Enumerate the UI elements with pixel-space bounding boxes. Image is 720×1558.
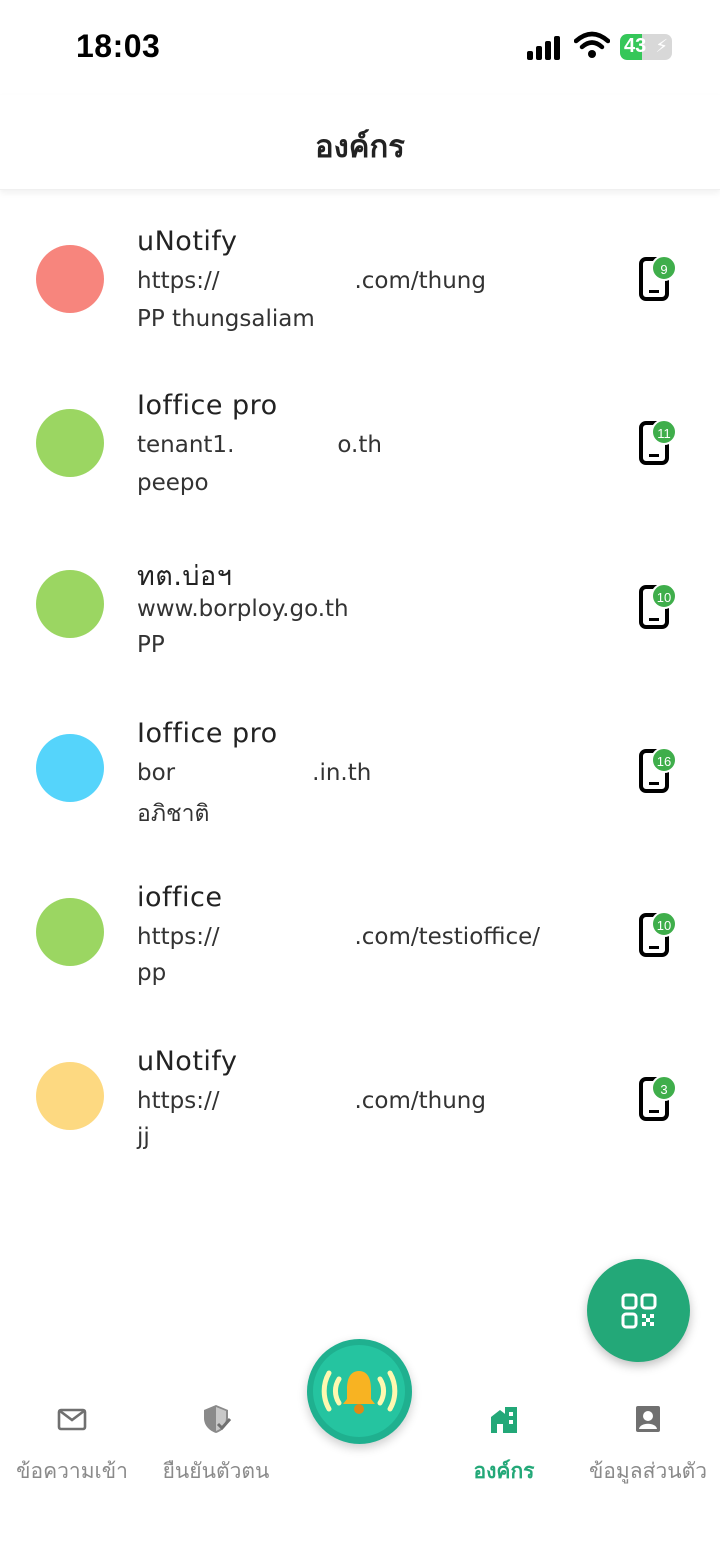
organization-item[interactable]: Ioffice pro bor .in.th อภิชาติ 16 (0, 692, 720, 852)
org-user: PP thungsaliam (137, 306, 315, 332)
org-url-end: .in.th (312, 760, 372, 786)
organization-item[interactable]: uNotify https:// .com/thung jj 3 (0, 1020, 720, 1180)
qr-code-icon (621, 1293, 657, 1329)
org-name: ioffice (137, 882, 223, 913)
org-user: jj (137, 1124, 150, 1150)
org-avatar (36, 898, 104, 966)
nav-label: ข้อมูลส่วนตัว (588, 1459, 708, 1483)
org-url-end: .com/testioffice/ (354, 924, 541, 950)
nav-item-verify[interactable]: ยืนยันตัวตน (144, 1385, 288, 1505)
org-name: uNotify (137, 1046, 238, 1077)
org-avatar (36, 245, 104, 313)
org-user: อภิชาติ (137, 801, 210, 827)
org-name: ทต.บ่อฯ (137, 561, 233, 592)
org-avatar (36, 1062, 104, 1130)
org-url: bor .in.th (137, 760, 371, 786)
organization-item[interactable]: ทต.บ่อฯ www.borploy.go.th PP 10 (0, 528, 720, 688)
org-url-end: o.th (337, 432, 382, 458)
bolt-icon: ⚡ (655, 36, 668, 57)
shield-check-icon (204, 1405, 232, 1433)
nav-label: ยืนยันตัวตน (162, 1459, 270, 1483)
device-count-badge: 9 (651, 255, 677, 281)
page-title: องค์กร (315, 129, 405, 165)
org-name: uNotify (137, 226, 238, 257)
nav-item-profile[interactable]: ข้อมูลส่วนตัว (576, 1385, 720, 1505)
scan-qr-button[interactable] (587, 1259, 690, 1362)
org-url-start: tenant1. (137, 432, 235, 458)
device-count-badge: 3 (651, 1075, 677, 1101)
org-avatar (36, 570, 104, 638)
org-url-end: .com/thung (354, 1088, 486, 1114)
org-url: www.borploy.go.th (137, 596, 349, 622)
signal-icon (527, 36, 563, 60)
bell-icon (313, 1345, 405, 1437)
nav-item-organization[interactable]: องค์กร (432, 1385, 576, 1505)
org-url: https:// .com/testioffice/ (137, 924, 540, 950)
battery-charging-icon: 43 ⚡ (620, 34, 672, 60)
org-url-start: https:// (137, 1088, 220, 1114)
app-header: องค์กร (0, 95, 720, 190)
org-url-end: .com/thung (354, 268, 486, 294)
status-time: 18:03 (76, 28, 161, 64)
nav-label: องค์กร (473, 1459, 535, 1483)
notification-bell-button[interactable] (307, 1339, 412, 1444)
org-avatar (36, 734, 104, 802)
org-url-start: www.borploy.go.th (137, 596, 349, 622)
device-count-badge: 10 (651, 583, 677, 609)
org-name: Ioffice pro (137, 390, 278, 421)
organization-item[interactable]: Ioffice pro tenant1. o.th peepo 11 (0, 364, 720, 524)
status-bar: 18:03 43 ⚡ (0, 0, 720, 95)
device-count-badge: 16 (651, 747, 677, 773)
profile-icon (636, 1406, 660, 1432)
org-url: https:// .com/thung (137, 1088, 486, 1114)
mail-icon (57, 1408, 87, 1431)
nav-label: ข้อความเข้า (16, 1459, 128, 1483)
org-url: https:// .com/thung (137, 268, 486, 294)
device-count-badge: 11 (651, 419, 677, 445)
org-url-start: https:// (137, 268, 220, 294)
device-count-badge: 10 (651, 911, 677, 937)
organization-item[interactable]: ioffice https:// .com/testioffice/ pp 10 (0, 856, 720, 1016)
org-user: PP (137, 632, 165, 658)
wifi-icon (574, 31, 610, 58)
org-user: pp (137, 960, 167, 986)
nav-item-inbox[interactable]: ข้อความเข้า (0, 1385, 144, 1505)
org-name: Ioffice pro (137, 718, 278, 749)
building-icon (491, 1407, 517, 1433)
battery-level: 43 (624, 35, 647, 57)
org-user: peepo (137, 470, 209, 496)
org-url-start: https:// (137, 924, 220, 950)
org-avatar (36, 409, 104, 477)
org-url: tenant1. o.th (137, 432, 382, 458)
org-url-start: bor (137, 760, 176, 786)
organization-item[interactable]: uNotify https:// .com/thung PP thungsalia… (0, 200, 720, 360)
